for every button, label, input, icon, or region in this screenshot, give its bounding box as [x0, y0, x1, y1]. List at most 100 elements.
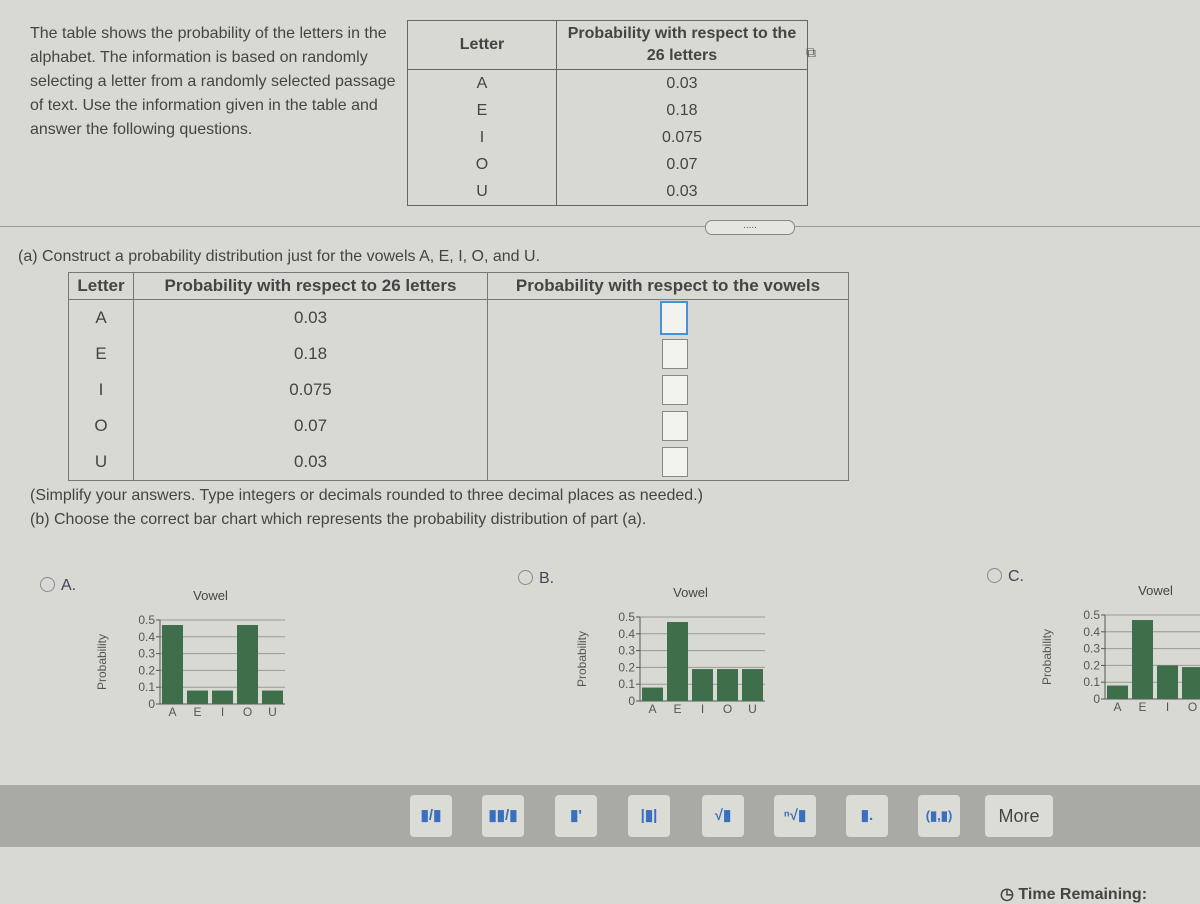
x-tick-label: I — [1166, 700, 1169, 714]
y-tick-label: 0.4 — [1083, 625, 1100, 639]
vowel-probability-input[interactable] — [662, 447, 688, 477]
subscript-button[interactable]: ▮. — [846, 795, 888, 837]
math-toolbar: ▮/▮ ▮▮/▮ ▮' |▮| √▮ ⁿ√▮ ▮. (▮,▮) More — [0, 785, 1200, 847]
y-tick-label: 0.1 — [618, 677, 635, 691]
table-row: E 0.18 — [68, 336, 849, 372]
table-row: A 0.03 — [68, 299, 849, 336]
radio-b[interactable] — [518, 570, 533, 585]
letter-cell: E — [407, 97, 557, 124]
option-a-label: A. — [61, 577, 77, 594]
chart-a: Vowel Probability 0 0.1 0.2 0.3 0.4 0.5 A E I O U — [95, 588, 285, 719]
table-row: E 0.18 — [407, 97, 808, 124]
y-tick-label: 0.2 — [618, 660, 635, 674]
chart-title: Vowel — [1138, 583, 1173, 598]
bar-a — [162, 625, 183, 704]
y-tick-label: 0.3 — [138, 647, 155, 661]
probability-cell: 0.18 — [133, 336, 488, 372]
clock-icon: ◷ — [1000, 886, 1019, 903]
ordered-pair-icon: (▮,▮) — [925, 808, 953, 823]
y-tick-label: 0.5 — [1083, 608, 1100, 622]
option-b-label: B. — [539, 570, 555, 587]
table-row: O 0.07 — [68, 408, 849, 444]
option-b[interactable]: B. — [518, 570, 554, 588]
letter-cell: A — [68, 299, 134, 336]
ordered-pair-button[interactable]: (▮,▮) — [918, 795, 960, 837]
table-row: I 0.075 — [68, 372, 849, 408]
letter-cell: U — [407, 178, 557, 206]
probability-cell: 0.03 — [666, 182, 698, 200]
radio-a[interactable] — [40, 577, 55, 592]
y-tick-label: 0 — [628, 694, 635, 708]
letter-cell: U — [68, 444, 134, 481]
letter-cell: O — [68, 408, 134, 444]
mixed-number-icon: ▮▮/▮ — [488, 807, 518, 824]
intro-text: The table shows the probability of the l… — [30, 25, 396, 138]
instructions: (Simplify your answers. Type integers or… — [30, 484, 703, 532]
y-tick-label: 0.2 — [138, 663, 155, 677]
x-tick-label: A — [168, 705, 176, 719]
exponent-button[interactable]: ▮' — [555, 795, 597, 837]
letter-cell: I — [68, 372, 134, 408]
absolute-value-button[interactable]: |▮| — [628, 795, 670, 837]
bar-i — [1157, 665, 1178, 699]
bar-a — [642, 687, 663, 701]
vowel-probability-input[interactable] — [662, 375, 688, 405]
vowel-probability-input[interactable] — [660, 301, 688, 335]
probability-cell: 0.07 — [666, 155, 698, 173]
y-tick-label: 0 — [148, 697, 155, 711]
square-root-icon: √▮ — [714, 807, 732, 824]
table-row: O 0.07 — [407, 151, 808, 178]
more-button[interactable]: More — [985, 795, 1053, 837]
bar-e — [667, 622, 688, 701]
probability-cell: 0.03 — [133, 299, 488, 336]
nth-root-icon: ⁿ√▮ — [783, 807, 807, 824]
bar-e — [187, 690, 208, 704]
y-tick-label: 0.4 — [618, 627, 635, 641]
header-probability: Probability with respect to the 26 lette… — [556, 20, 808, 70]
time-remaining: ◷ Time Remaining: — [1000, 884, 1147, 904]
expand-button[interactable]: ..... — [705, 220, 795, 235]
y-axis-label: Probability — [95, 634, 109, 690]
y-axis-label: Probability — [575, 631, 589, 687]
letter-cell: A — [407, 69, 557, 97]
option-c[interactable]: C. — [987, 568, 1024, 586]
copy-icon[interactable]: ⧉ — [806, 44, 816, 61]
square-root-button[interactable]: √▮ — [702, 795, 744, 837]
bar-i — [212, 690, 233, 704]
probability-cell: 0.07 — [133, 408, 488, 444]
note-text: (Simplify your answers. Type integers or… — [30, 487, 703, 504]
probability-cell: 0.18 — [666, 101, 698, 119]
y-tick-label: 0.1 — [1083, 675, 1100, 689]
x-tick-label: E — [1138, 700, 1146, 714]
radio-c[interactable] — [987, 568, 1002, 583]
x-tick-label: U — [268, 705, 277, 719]
header-letter: Letter — [68, 272, 134, 300]
probability-cell: 0.03 — [133, 444, 488, 481]
y-tick-label: 0.3 — [1083, 642, 1100, 656]
letter-cell: O — [407, 151, 557, 178]
y-tick-label: 0.1 — [138, 680, 155, 694]
x-tick-label: I — [701, 702, 704, 716]
letter-probability-table: Letter Probability with respect to the 26… — [407, 20, 808, 206]
vowel-probability-input[interactable] — [662, 411, 688, 441]
x-tick-label: I — [221, 705, 224, 719]
letter-cell: E — [68, 336, 134, 372]
divider — [0, 226, 1200, 227]
x-tick-label: U — [748, 702, 757, 716]
chart-title: Vowel — [193, 588, 228, 603]
header-prob-vowels: Probability with respect to the vowels — [487, 272, 849, 300]
y-tick-label: 0.2 — [1083, 658, 1100, 672]
nth-root-button[interactable]: ⁿ√▮ — [774, 795, 816, 837]
x-tick-label: A — [648, 702, 656, 716]
y-axis-label: Probability — [1040, 629, 1054, 685]
mixed-number-button[interactable]: ▮▮/▮ — [482, 795, 524, 837]
bar-o — [717, 669, 738, 701]
x-tick-label: E — [673, 702, 681, 716]
x-tick-label: O — [1188, 700, 1197, 714]
bar-u — [262, 690, 283, 704]
timer-label: Time Remaining: — [1018, 886, 1148, 903]
vowel-probability-input[interactable] — [662, 339, 688, 369]
option-a[interactable]: A. — [40, 577, 76, 595]
fraction-button[interactable]: ▮/▮ — [410, 795, 452, 837]
header-letter: Letter — [407, 20, 557, 70]
